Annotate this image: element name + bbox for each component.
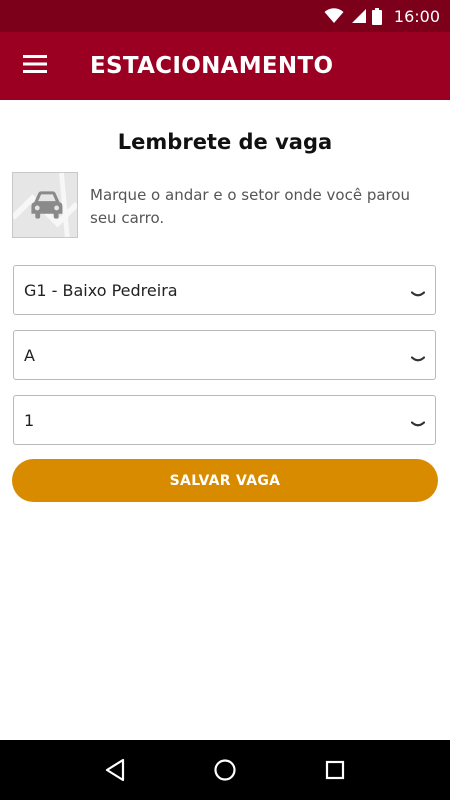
signal-icon bbox=[350, 8, 366, 24]
home-circle-icon[interactable] bbox=[205, 750, 245, 790]
hamburger-menu-icon bbox=[23, 54, 47, 78]
spot-select[interactable]: 1 bbox=[13, 395, 436, 445]
battery-icon bbox=[371, 7, 382, 25]
sector-select[interactable]: A bbox=[13, 330, 436, 380]
floor-select[interactable]: G1 - Baixo Pedreira bbox=[13, 265, 436, 315]
page-title: Lembrete de vaga bbox=[117, 130, 333, 154]
spot-select-value: 1 bbox=[24, 410, 35, 430]
app-bar: ESTACIONAMENTO bbox=[0, 32, 450, 100]
chevron-down-icon bbox=[410, 349, 426, 368]
chevron-down-icon bbox=[410, 284, 426, 303]
wifi-icon bbox=[324, 8, 344, 24]
hint-row: Marque o andar e o setor onde você parou… bbox=[12, 172, 438, 238]
menu-button[interactable] bbox=[0, 32, 70, 100]
floor-select-value: G1 - Baixo Pedreira bbox=[24, 280, 178, 300]
main-content: Lembrete de vaga Marque o andar e o seto… bbox=[0, 100, 450, 740]
app-title: ESTACIONAMENTO bbox=[90, 53, 334, 79]
sector-select-value: A bbox=[24, 345, 35, 365]
chevron-down-icon bbox=[410, 414, 426, 433]
car-map-icon bbox=[12, 172, 78, 238]
recents-square-icon[interactable] bbox=[315, 750, 355, 790]
hint-text: Marque o andar e o setor onde você parou… bbox=[90, 186, 411, 227]
back-triangle-icon[interactable] bbox=[95, 750, 135, 790]
status-bar: 16:00 bbox=[0, 0, 450, 32]
save-spot-button[interactable]: SALVAR VAGA bbox=[12, 459, 438, 502]
navigation-bar bbox=[0, 740, 450, 800]
status-time: 16:00 bbox=[393, 6, 440, 26]
